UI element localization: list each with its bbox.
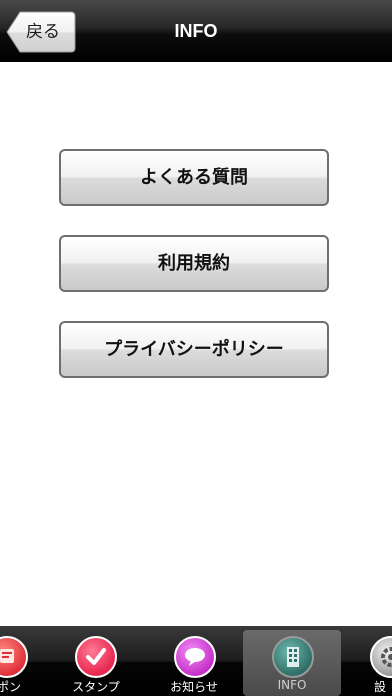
tab-notices-label: お知らせ <box>170 680 218 694</box>
tab-coupon-label: ポン <box>0 680 21 694</box>
tab-bar: ポン スタンプ お知らせ INFO 設 <box>0 626 392 696</box>
stamp-icon <box>75 636 117 678</box>
back-button[interactable]: 戻る <box>6 11 76 53</box>
tab-info[interactable]: INFO <box>243 630 341 696</box>
tab-info-label: INFO <box>277 678 307 692</box>
tab-settings-label: 設 <box>373 680 386 694</box>
notice-speech-glyph <box>185 648 205 666</box>
faq-button[interactable]: よくある質問 <box>59 149 329 206</box>
navigation-bar: 戻る INFO <box>0 0 392 62</box>
tab-notices[interactable]: お知らせ <box>154 626 234 696</box>
notice-icon <box>174 636 216 678</box>
gear-glyph <box>381 647 392 667</box>
tab-stamp[interactable]: スタンプ <box>56 626 136 696</box>
building-icon <box>272 636 314 678</box>
stamp-check-glyph <box>86 648 106 665</box>
tab-coupon[interactable]: ポン <box>0 626 30 696</box>
settings-icon <box>370 636 392 678</box>
tab-settings[interactable]: 設 <box>360 626 392 696</box>
back-button-label: 戻る <box>26 22 60 42</box>
privacy-policy-button[interactable]: プライバシーポリシー <box>59 321 329 378</box>
coupon-icon-glyph <box>0 649 14 663</box>
building-glyph <box>287 647 299 667</box>
tab-stamp-label: スタンプ <box>72 680 120 694</box>
terms-of-use-button[interactable]: 利用規約 <box>59 235 329 292</box>
coupon-icon <box>0 636 28 678</box>
